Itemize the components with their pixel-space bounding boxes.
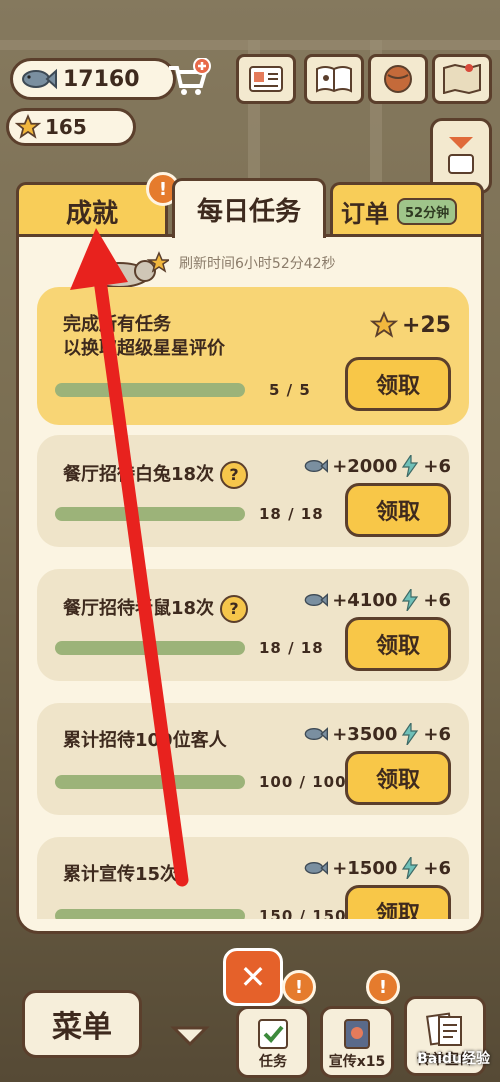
reward-fish: +4100	[332, 589, 398, 611]
progress-count: 100 / 100	[259, 773, 347, 791]
task-title: 累计招待100位客人	[63, 730, 227, 751]
task-card: 餐厅招待老鼠18次? +4100 +6 18 / 18 领取	[37, 569, 469, 681]
promo-alert-badge: !	[366, 970, 400, 1004]
shop-cart-icon[interactable]	[165, 58, 211, 98]
cat-decoration-icon	[88, 251, 169, 288]
claim-button[interactable]: 领取	[345, 885, 451, 919]
claim-button[interactable]: 领取	[345, 617, 451, 671]
help-icon[interactable]: ?	[220, 461, 249, 489]
reward-fish: +3500	[332, 723, 398, 745]
menu-button[interactable]: 菜单	[22, 990, 142, 1058]
task-list[interactable]: 完成所有任务 以换取超级星星评价 +25 5 / 5 领取 餐厅招待白兔18次?	[19, 287, 487, 919]
task-title-line2: 以换取超级星星评价	[63, 338, 225, 359]
help-icon[interactable]: ?	[220, 595, 249, 623]
progress-count: 5 / 5	[269, 381, 311, 399]
lightning-icon	[402, 589, 419, 611]
tab-orders-label: 订单	[341, 200, 389, 228]
fish-icon	[304, 459, 329, 473]
reward-bolt: +6	[423, 589, 451, 611]
lightning-icon	[402, 723, 419, 745]
map-icon[interactable]	[432, 54, 492, 104]
task-reward: +25	[369, 311, 451, 339]
flyer-icon	[426, 1012, 462, 1046]
fish-icon	[304, 593, 329, 607]
fish-icon	[304, 727, 329, 741]
task-title: 餐厅招待白兔18次?	[63, 461, 249, 489]
lightning-icon	[402, 455, 419, 477]
coin-counter: 17160	[10, 58, 176, 100]
star-icon	[369, 311, 398, 338]
tab-orders[interactable]: 订单 52分钟	[330, 182, 484, 238]
task-panel: 成就 ! 每日任务 订单 52分钟 刷新时间6小时52分42秒 完成所有任务 以…	[16, 172, 484, 934]
progress-bar	[55, 641, 245, 655]
progress-bar	[55, 775, 245, 789]
star-amount: 165	[45, 115, 87, 139]
claim-button[interactable]: 领取	[345, 751, 451, 805]
claim-button[interactable]: 领取	[345, 483, 451, 537]
recipe-book-icon[interactable]	[304, 54, 364, 104]
coin-amount: 17160	[63, 66, 140, 92]
checklist-icon	[258, 1019, 288, 1049]
progress-bar	[55, 909, 245, 919]
fish-icon	[304, 861, 329, 875]
decor-ball-icon[interactable]	[368, 54, 428, 104]
claim-button[interactable]: 领取	[345, 357, 451, 411]
star-counter: 165	[6, 108, 136, 146]
watermark: Baidu经验	[417, 1051, 490, 1067]
task-title-text: 餐厅招待老鼠18次	[63, 598, 215, 619]
progress-count: 150 / 150	[259, 907, 347, 919]
task-card-all: 完成所有任务 以换取超级星星评价 +25 5 / 5 领取	[37, 287, 469, 425]
progress-bar	[55, 383, 245, 397]
reward-bolt: +6	[423, 455, 451, 477]
reward-bolt: +6	[423, 723, 451, 745]
task-title-text: 餐厅招待白兔18次	[63, 464, 215, 485]
task-reward: +2000 +6	[304, 455, 451, 477]
chevron-down-icon[interactable]	[170, 1024, 210, 1048]
order-timer-badge: 52分钟	[397, 198, 458, 225]
task-reward: +1500 +6	[304, 857, 451, 879]
task-reward: +3500 +6	[304, 723, 451, 745]
task-title: 累计宣传15次	[63, 864, 179, 885]
close-button[interactable]: ✕	[223, 948, 283, 1006]
star-icon	[15, 114, 41, 139]
profile-card-icon[interactable]	[236, 54, 296, 104]
promo-button-label: 宣传x15	[328, 1054, 386, 1070]
task-alert-badge: !	[282, 970, 316, 1004]
progress-count: 18 / 18	[259, 639, 324, 657]
reward-fish: +1500	[332, 857, 398, 879]
fish-icon	[22, 68, 57, 90]
reward-stars: +25	[401, 312, 451, 338]
promo-button[interactable]: 宣传x15	[320, 1006, 394, 1078]
panel-body: 刷新时间6小时52分42秒 完成所有任务 以换取超级星星评价 +25 5 / 5…	[16, 234, 484, 934]
tab-daily-label: 每日任务	[196, 197, 301, 227]
task-card: 累计宣传15次 +1500 +6 150 / 150 领取	[37, 837, 469, 919]
lightning-icon	[402, 857, 419, 879]
promo-card-icon	[344, 1019, 370, 1049]
progress-count: 18 / 18	[259, 505, 324, 523]
task-title: 餐厅招待老鼠18次?	[63, 595, 249, 623]
chevron-down-icon	[448, 137, 474, 174]
reward-bolt: +6	[423, 857, 451, 879]
reward-fish: +2000	[332, 455, 398, 477]
task-button-label: 任务	[259, 1054, 287, 1070]
task-reward: +4100 +6	[304, 589, 451, 611]
task-card: 累计招待100位客人 +3500 +6 100 / 100 领取	[37, 703, 469, 815]
task-button[interactable]: 任务	[236, 1006, 310, 1078]
refresh-timer: 刷新时间6小时52分42秒	[179, 256, 336, 272]
progress-bar	[55, 507, 245, 521]
task-title: 完成所有任务 以换取超级星星评价	[63, 313, 225, 361]
tab-daily-tasks[interactable]: 每日任务	[172, 178, 326, 238]
task-card: 餐厅招待白兔18次? +2000 +6 18 / 18 领取	[37, 435, 469, 547]
tab-achievements-label: 成就	[65, 199, 118, 229]
task-title-line1: 完成所有任务	[63, 314, 171, 335]
